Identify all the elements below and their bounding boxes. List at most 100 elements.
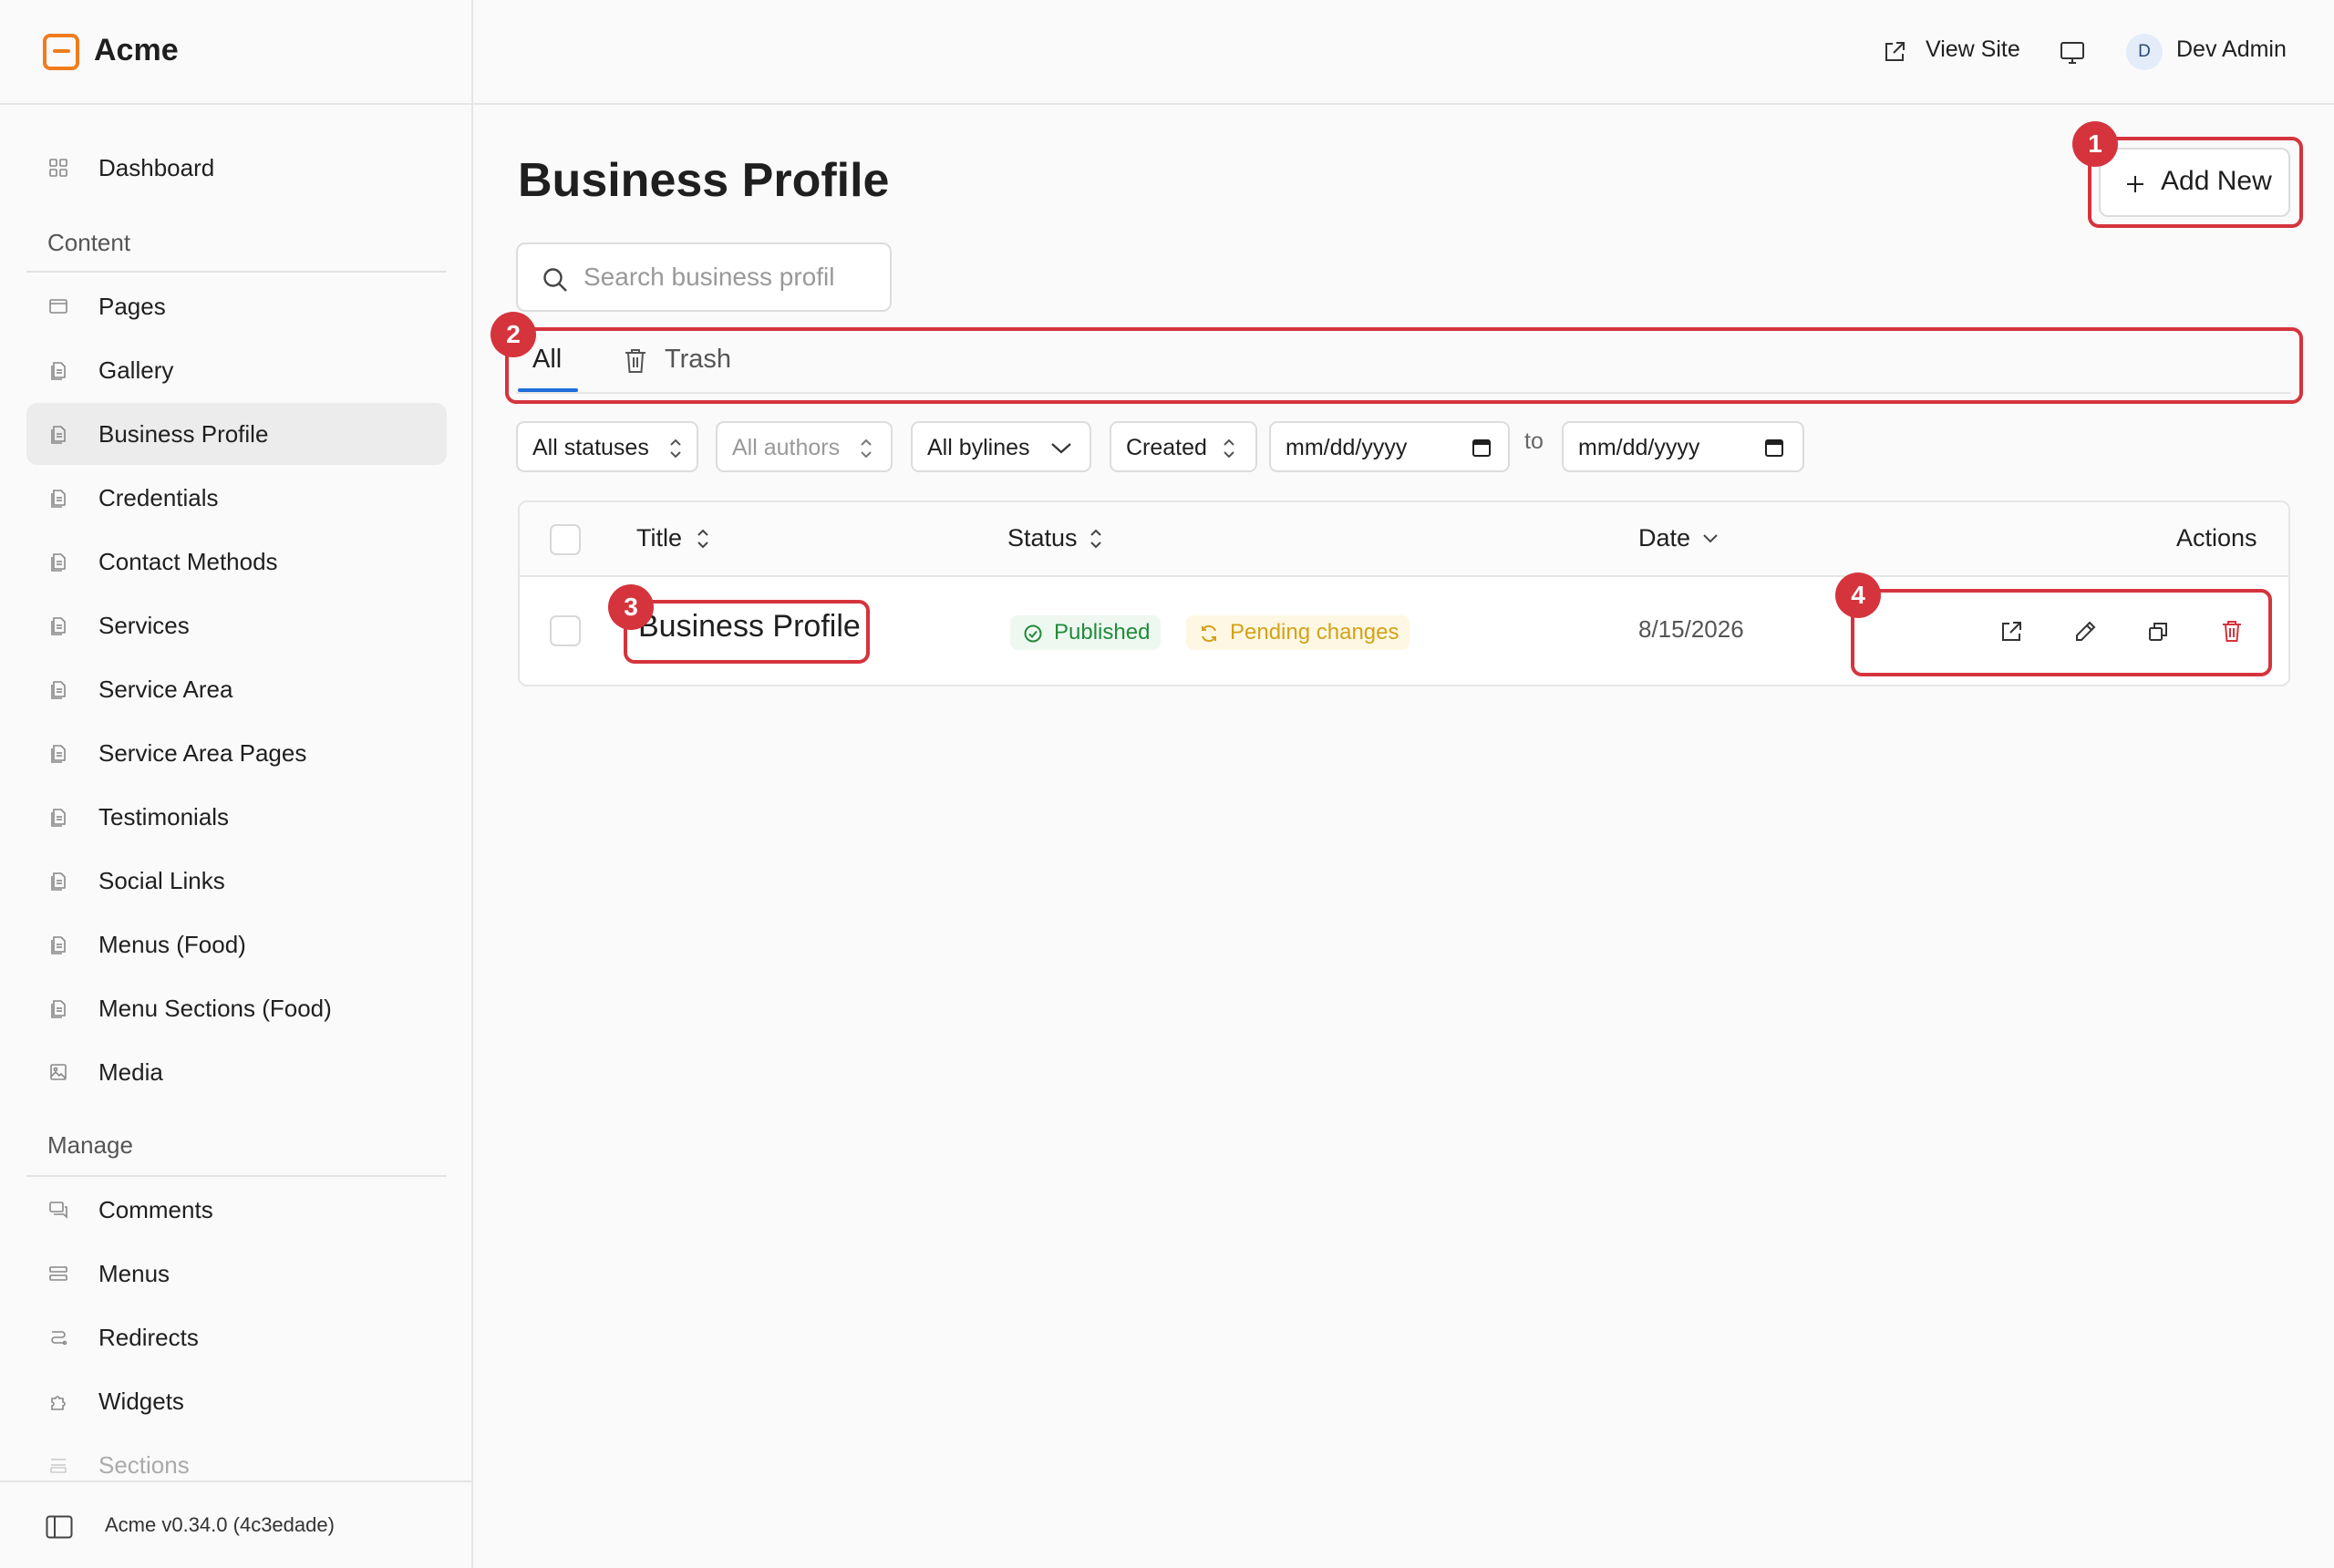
column-header-title[interactable]: Title — [636, 524, 682, 552]
document-icon — [51, 681, 66, 699]
chevron-down-icon[interactable] — [1701, 531, 1720, 545]
sidebar-item-label: Social Links — [98, 866, 225, 894]
sidebar-item-label: Menus (Food) — [98, 930, 246, 958]
sidebar-item-comments[interactable]: Comments — [26, 1179, 447, 1241]
brand-name: Acme — [94, 33, 179, 67]
sidebar-item-label: Gallery — [98, 356, 174, 384]
avatar[interactable]: D — [2126, 34, 2163, 70]
search-icon — [543, 268, 567, 292]
sort-field-value: Created — [1126, 435, 1207, 460]
search-box[interactable] — [516, 242, 892, 312]
document-icon — [51, 553, 66, 572]
external-link-icon[interactable] — [1883, 40, 1906, 64]
redirects-icon — [51, 1331, 67, 1346]
date-to-value: mm/dd/yyyy — [1578, 435, 1700, 460]
chevron-up-down-icon — [670, 438, 681, 459]
chevron-down-icon — [1051, 443, 1071, 454]
section-label-manage: Manage — [47, 1131, 133, 1159]
authors-filter-value: All authors — [732, 435, 841, 460]
chevron-up-down-icon — [861, 438, 872, 459]
status-badge-published: Published — [1010, 615, 1162, 650]
callout-marker-3: 3 — [608, 584, 654, 630]
section-divider — [26, 271, 447, 273]
row-checkbox[interactable] — [550, 615, 581, 646]
page-title: Business Profile — [518, 154, 890, 207]
document-icon — [51, 936, 66, 954]
document-icon — [51, 362, 66, 380]
document-icon — [51, 426, 66, 444]
column-header-status[interactable]: Status — [1007, 524, 1078, 552]
sidebar-item-label: Services — [98, 611, 190, 639]
calendar-icon[interactable] — [1764, 438, 1784, 458]
callout-marker-1: 1 — [2072, 121, 2118, 167]
sidebar-item-label: Testimonials — [98, 802, 230, 830]
calendar-icon[interactable] — [1472, 438, 1492, 458]
sidebar-item-testimonials[interactable]: Testimonials — [26, 786, 447, 848]
monitor-icon[interactable] — [2060, 41, 2085, 65]
select-all-checkbox[interactable] — [550, 524, 581, 555]
view-site-link[interactable]: View Site — [1926, 36, 2020, 63]
sidebar-item-service-area[interactable]: Service Area — [26, 658, 447, 720]
sidebar-item-label: Business Profile — [98, 419, 269, 448]
pending-badge-label: Pending changes — [1230, 620, 1399, 645]
sidebar-item-label: Comments — [98, 1195, 213, 1223]
sidebar-item-dashboard[interactable]: Dashboard — [26, 137, 447, 199]
sidebar-item-menu-sections-food[interactable]: Menu Sections (Food) — [26, 977, 447, 1039]
date-from-field[interactable]: mm/dd/yyyy — [1269, 421, 1510, 472]
sidebar-item-label: Redirects — [98, 1323, 199, 1351]
sidebar-item-menus[interactable]: Menus — [26, 1243, 447, 1305]
sections-icon — [50, 1459, 67, 1473]
sidebar-item-services[interactable]: Services — [26, 594, 447, 656]
status-filter-select[interactable]: All statuses — [516, 421, 698, 472]
sidebar-item-pages[interactable]: Pages — [26, 275, 447, 337]
document-icon — [51, 490, 66, 508]
topbar — [473, 0, 2334, 105]
document-icon — [51, 1000, 66, 1018]
version-label: Acme v0.34.0 (4c3edade) — [105, 1513, 335, 1536]
search-input[interactable] — [582, 257, 873, 297]
document-icon — [51, 617, 66, 635]
dashboard-icon — [49, 159, 67, 177]
sidebar-item-redirects[interactable]: Redirects — [26, 1306, 447, 1368]
sort-icon[interactable] — [696, 526, 710, 552]
refresh-icon — [1202, 624, 1216, 643]
sidebar: Acme Dashboard Content Pages Gallery Busin… — [0, 0, 473, 1568]
date-from-value: mm/dd/yyyy — [1286, 435, 1408, 460]
document-icon — [51, 872, 66, 891]
sidebar-item-media[interactable]: Media — [26, 1041, 447, 1103]
sidebar-item-menus-food[interactable]: Menus (Food) — [26, 913, 447, 975]
bylines-filter-select[interactable]: All bylines — [911, 421, 1091, 472]
sidebar-item-social-links[interactable]: Social Links — [26, 850, 447, 912]
column-header-date[interactable]: Date — [1638, 524, 1690, 552]
sort-field-select[interactable]: Created — [1110, 421, 1257, 472]
status-badge-label: Published — [1054, 620, 1151, 645]
date-to-field[interactable]: mm/dd/yyyy — [1562, 421, 1804, 472]
sidebar-footer: Acme v0.34.0 (4c3edade) — [0, 1480, 471, 1568]
status-badge-pending: Pending changes — [1186, 615, 1410, 650]
sidebar-toggle-icon[interactable] — [46, 1515, 73, 1539]
sidebar-item-label: Media — [98, 1057, 163, 1086]
sidebar-item-credentials[interactable]: Credentials — [26, 467, 447, 529]
document-icon — [51, 745, 66, 763]
sidebar-item-service-area-pages[interactable]: Service Area Pages — [26, 722, 447, 784]
sidebar-item-label: Menus — [98, 1259, 170, 1287]
check-circle-icon — [1024, 624, 1042, 643]
brand-header: Acme — [0, 0, 471, 105]
sidebar-item-label: Sections — [98, 1450, 190, 1479]
sidebar-item-business-profile[interactable]: Business Profile — [26, 403, 447, 465]
bylines-filter-value: All bylines — [927, 435, 1030, 460]
authors-filter-select[interactable]: All authors — [716, 421, 893, 472]
sidebar-item-contact-methods[interactable]: Contact Methods — [26, 531, 447, 593]
date-range-to-label: to — [1524, 428, 1544, 454]
sort-icon[interactable] — [1089, 526, 1103, 552]
comments-icon — [49, 1202, 67, 1219]
chevron-up-down-icon — [1224, 438, 1234, 459]
image-icon — [50, 1064, 67, 1080]
callout-marker-2: 2 — [491, 312, 536, 357]
page-icon — [49, 299, 67, 314]
sidebar-item-widgets[interactable]: Widgets — [26, 1370, 447, 1432]
user-name[interactable]: Dev Admin — [2176, 36, 2287, 63]
sidebar-item-gallery[interactable]: Gallery — [26, 339, 447, 401]
sidebar-item-label: Pages — [98, 292, 166, 320]
column-header-actions: Actions — [2176, 524, 2257, 552]
